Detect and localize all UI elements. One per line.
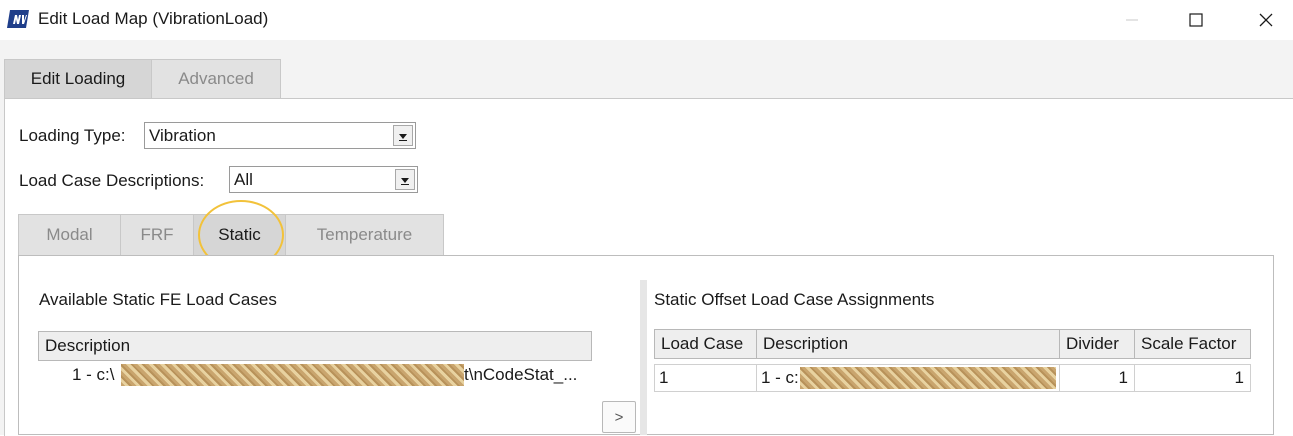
close-button[interactable] bbox=[1238, 0, 1293, 40]
tab-label: Modal bbox=[46, 225, 93, 244]
dropdown-arrow-icon[interactable] bbox=[393, 125, 413, 146]
ncode-logo-icon bbox=[7, 9, 31, 29]
column-header-description[interactable]: Description bbox=[756, 329, 1060, 359]
scale-factor-value: 1 bbox=[1234, 368, 1244, 387]
loading-type-value: Vibration bbox=[149, 126, 216, 145]
tab-edit-loading[interactable]: Edit Loading bbox=[4, 59, 152, 99]
minimize-icon bbox=[1126, 19, 1138, 21]
column-header-label: Scale Factor bbox=[1141, 334, 1237, 353]
tab-temperature[interactable]: Temperature bbox=[285, 214, 444, 256]
description-value: 1 - c: bbox=[761, 368, 799, 387]
column-header-label: Description bbox=[763, 334, 849, 353]
minimize-button[interactable] bbox=[1104, 0, 1160, 40]
assignment-row-scale-factor[interactable]: 1 bbox=[1134, 364, 1251, 392]
tab-label: Temperature bbox=[316, 225, 413, 244]
load-case-descriptions-label: Load Case Descriptions: bbox=[19, 171, 205, 190]
assignments-title: Static Offset Load Case Assignments bbox=[654, 290, 935, 309]
close-icon bbox=[1259, 13, 1273, 27]
load-case-value: 1 bbox=[659, 368, 669, 387]
tab-modal[interactable]: Modal bbox=[18, 214, 121, 256]
available-row-suffix: t\nCodeStat_... bbox=[464, 361, 592, 389]
row-description-prefix: 1 - c:\ bbox=[72, 365, 115, 384]
dropdown-arrow-icon[interactable] bbox=[395, 169, 415, 190]
redacted-description bbox=[800, 367, 1056, 389]
assignment-row-divider[interactable]: 1 bbox=[1059, 364, 1135, 392]
maximize-icon bbox=[1189, 13, 1203, 27]
row-description-suffix: t\nCodeStat_... bbox=[464, 365, 578, 384]
chevron-right-icon: > bbox=[614, 408, 624, 426]
available-load-cases-title: Available Static FE Load Cases bbox=[39, 290, 277, 309]
column-header-label: Load Case bbox=[661, 334, 744, 353]
tab-label: Advanced bbox=[178, 69, 254, 88]
tab-static[interactable]: Static bbox=[193, 214, 286, 256]
tab-frf[interactable]: FRF bbox=[120, 214, 194, 256]
load-case-descriptions-value: All bbox=[234, 170, 253, 189]
load-case-descriptions-select[interactable]: All bbox=[229, 166, 418, 193]
redacted-path bbox=[121, 364, 464, 386]
tab-label: FRF bbox=[140, 225, 174, 244]
window-title: Edit Load Map (VibrationLoad) bbox=[38, 9, 269, 28]
divider-value: 1 bbox=[1118, 368, 1128, 387]
title-bar: Edit Load Map (VibrationLoad) bbox=[0, 0, 1293, 40]
tab-label: Static bbox=[218, 225, 261, 244]
available-description-header[interactable]: Description bbox=[38, 331, 592, 361]
assignment-row-load-case[interactable]: 1 bbox=[654, 364, 757, 392]
loading-type-select[interactable]: Vibration bbox=[144, 122, 416, 149]
tab-advanced[interactable]: Advanced bbox=[151, 59, 281, 99]
panel-splitter[interactable] bbox=[640, 280, 647, 435]
add-assignment-button[interactable]: > bbox=[602, 401, 636, 433]
column-header-load-case[interactable]: Load Case bbox=[654, 329, 757, 359]
tab-label: Edit Loading bbox=[30, 69, 126, 88]
column-header-divider[interactable]: Divider bbox=[1059, 329, 1135, 359]
column-header-label: Description bbox=[45, 336, 131, 355]
column-header-scale-factor[interactable]: Scale Factor bbox=[1134, 329, 1251, 359]
loading-type-label: Loading Type: bbox=[19, 126, 126, 145]
maximize-button[interactable] bbox=[1168, 0, 1224, 40]
column-header-label: Divider bbox=[1066, 334, 1119, 353]
